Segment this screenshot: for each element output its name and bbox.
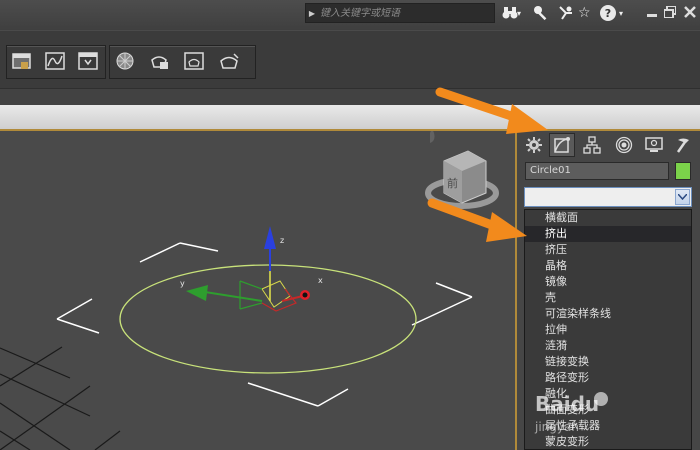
list-item[interactable]: 链接变换 [525, 354, 691, 370]
chevron-down-icon[interactable] [675, 189, 690, 205]
help-dropdown-arrow-icon[interactable]: ▾ [619, 4, 623, 22]
home-grid [0, 346, 121, 450]
viewcube[interactable]: 前 [425, 131, 499, 209]
search-input[interactable] [318, 6, 492, 20]
selection-brackets [56, 242, 473, 407]
main-toolbar [0, 30, 700, 89]
object-color-swatch[interactable] [675, 162, 691, 180]
list-item[interactable]: 涟漪 [525, 338, 691, 354]
transform-gizmo: z y x [180, 226, 323, 312]
list-item[interactable]: 融化 [525, 386, 691, 402]
star-search-icon[interactable] [557, 4, 573, 22]
list-item[interactable]: 拉伸 [525, 322, 691, 338]
viewcube-face-label: 前 [447, 176, 458, 190]
object-name-field[interactable]: Circle01 [525, 162, 669, 180]
list-item[interactable]: 可渲染样条线 [525, 306, 691, 322]
axis-label-z: z [280, 236, 284, 245]
star-icon[interactable]: ☆ [578, 4, 591, 22]
tab-create-icon[interactable] [521, 133, 547, 157]
tab-display-icon[interactable] [641, 133, 667, 157]
tab-hierarchy-icon[interactable] [579, 133, 605, 157]
modifier-list-select[interactable] [524, 187, 692, 207]
render-production-icon[interactable] [217, 50, 241, 72]
list-item[interactable]: 壳 [525, 290, 691, 306]
perspective-viewport[interactable]: z y x 前 [0, 131, 517, 450]
infocenter-search-box[interactable]: ▶ [305, 3, 495, 23]
binoculars-icon[interactable] [502, 4, 518, 22]
viewport-canvas: z y x 前 [0, 131, 499, 450]
curve-editor-icon[interactable] [43, 50, 67, 72]
list-item[interactable]: 横截面 [525, 210, 691, 226]
rendered-frame-window-icon[interactable] [182, 50, 206, 72]
close-icon[interactable] [684, 6, 696, 18]
list-item[interactable]: 挤压 [525, 242, 691, 258]
tab-utilities-icon[interactable] [671, 133, 697, 157]
secondary-bar [0, 88, 700, 106]
material-editor-icon[interactable] [113, 50, 137, 72]
axis-label-y: y [180, 279, 185, 288]
list-item-selected[interactable]: 挤出 [525, 226, 691, 242]
dope-sheet-icon[interactable] [76, 50, 100, 72]
render-setup-icon[interactable] [147, 50, 171, 72]
modifier-dropdown-list[interactable]: 横截面 挤出 挤压 晶格 镜像 壳 可渲染样条线 拉伸 涟漪 链接变换 路径变形… [524, 209, 692, 450]
minimize-icon[interactable] [646, 6, 658, 18]
list-item[interactable]: 镜像 [525, 274, 691, 290]
title-bar: ▶ ▾ ☆ ? ▾ [0, 0, 700, 30]
key-icon[interactable] [533, 4, 549, 22]
list-item[interactable]: 路径变形 [525, 370, 691, 386]
list-item[interactable]: 蒙皮变形 [525, 434, 691, 449]
restore-icon[interactable] [664, 6, 676, 18]
list-item[interactable]: 晶格 [525, 258, 691, 274]
axis-label-x: x [318, 276, 323, 285]
gizmo-z-arrow [264, 226, 276, 249]
gizmo-y-arrow [186, 285, 208, 301]
scene-explorer-icon[interactable] [10, 50, 34, 72]
search-expand-arrow-icon[interactable]: ▶ [306, 9, 318, 18]
tab-modify-icon[interactable] [549, 133, 575, 157]
list-item[interactable]: 曲面变形 [525, 402, 691, 418]
toolbar-group-render [109, 45, 256, 79]
list-item[interactable]: 属性承载器 [525, 418, 691, 434]
help-icon[interactable]: ? [600, 4, 616, 22]
toolbar-group-editors [6, 45, 106, 79]
graphite-ribbon [0, 105, 700, 131]
circle-spline [119, 264, 417, 374]
command-panel: Circle01 横截面 挤出 挤压 晶格 镜像 壳 可渲染样条线 拉伸 涟漪 … [517, 131, 700, 450]
dropdown-arrow-icon[interactable]: ▾ [517, 4, 521, 22]
help-symbol: ? [600, 5, 616, 21]
tab-motion-icon[interactable] [611, 133, 637, 157]
